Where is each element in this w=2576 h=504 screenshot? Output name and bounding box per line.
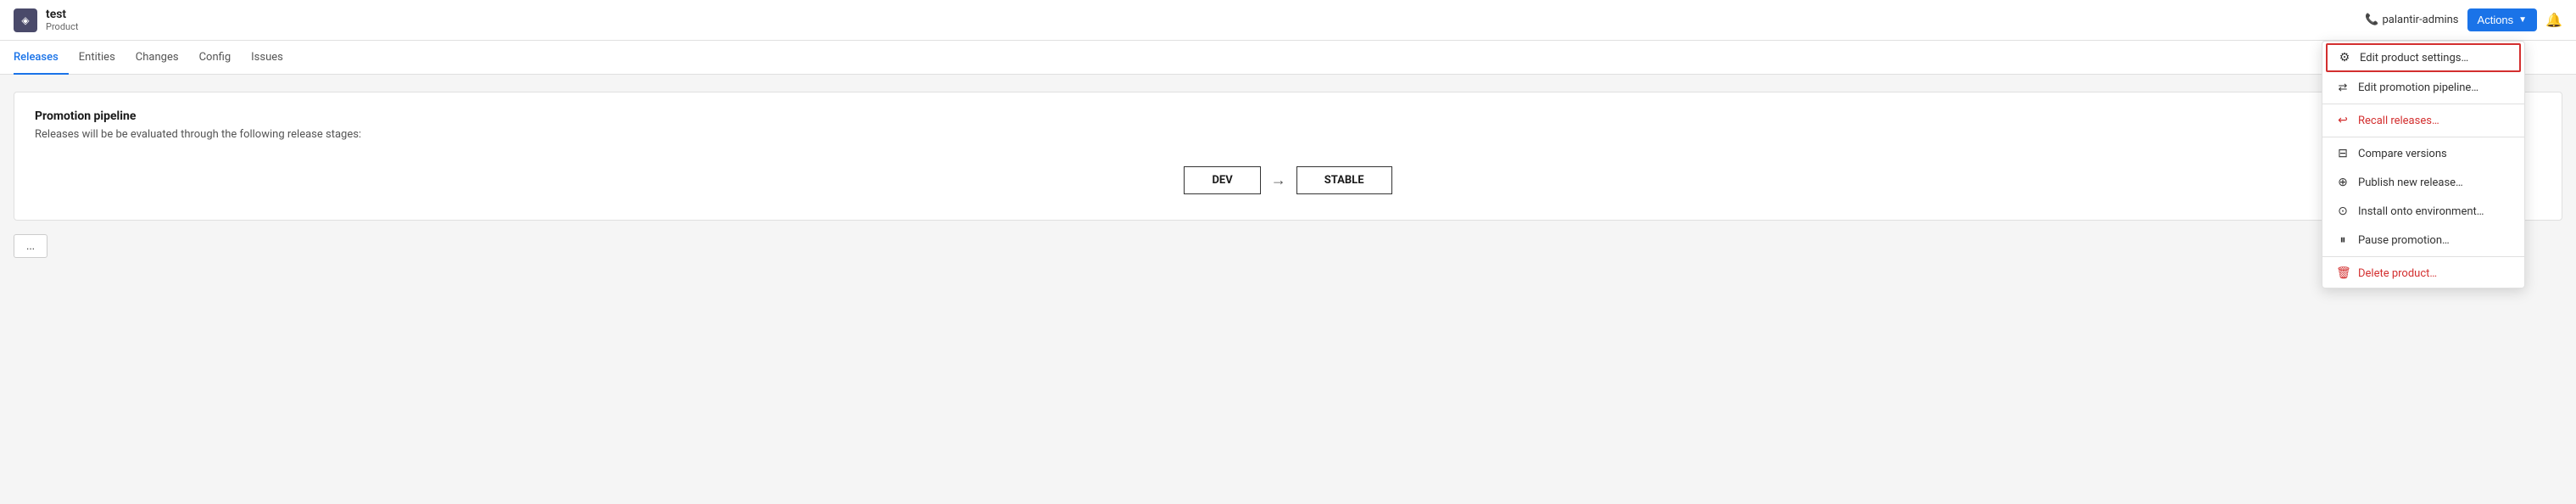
card-subtitle: Releases will be be evaluated through th… — [35, 128, 2541, 141]
menu-item-recall-releases[interactable]: ↩ Recall releases… — [2322, 106, 2524, 135]
menu-item-pause-promotion[interactable]: ⏸ Pause promotion… — [2322, 226, 2524, 255]
tab-config[interactable]: Config — [189, 41, 242, 75]
tab-entities[interactable]: Entities — [69, 41, 125, 75]
palantir-admins[interactable]: 📞 palantir-admins — [2365, 14, 2458, 26]
actions-dropdown: ⚙ Edit product settings… ⇄ Edit promotio… — [2322, 41, 2525, 288]
menu-item-compare-versions[interactable]: ⊟ Compare versions — [2322, 139, 2524, 168]
compare-icon: ⊟ — [2336, 147, 2350, 160]
pipeline-stage-dev: DEV — [1184, 166, 1260, 194]
product-name: test — [46, 8, 2365, 21]
app-icon: ◈ — [14, 8, 37, 32]
palantir-admins-label: palantir-admins — [2382, 14, 2458, 26]
pause-icon: ⏸ — [2336, 233, 2350, 247]
pipeline: DEV → STABLE — [35, 158, 2541, 203]
actions-button[interactable]: Actions ▼ — [2467, 8, 2538, 31]
gear-icon: ⚙ — [2338, 51, 2351, 64]
publish-icon: ⊕ — [2336, 176, 2350, 189]
small-action-button[interactable]: ... — [14, 234, 47, 258]
menu-item-edit-promotion-pipeline[interactable]: ⇄ Edit promotion pipeline… — [2322, 74, 2524, 102]
pipeline-arrow: → — [1271, 171, 1286, 189]
phone-icon: 📞 — [2365, 14, 2378, 26]
pipeline-icon: ⇄ — [2336, 81, 2350, 94]
notification-icon[interactable]: 🔔 — [2545, 12, 2562, 28]
card-title: Promotion pipeline — [35, 109, 2541, 123]
pipeline-stage-stable: STABLE — [1296, 166, 1392, 194]
nav-tabs: Releases Entities Changes Config Issues — [0, 41, 2576, 75]
product-type: Product — [46, 21, 2365, 32]
actions-label: Actions — [2478, 14, 2514, 26]
menu-item-delete-product[interactable]: 🗑 Delete product… — [2322, 259, 2524, 288]
recall-icon: ↩ — [2336, 114, 2350, 127]
tab-issues[interactable]: Issues — [241, 41, 293, 75]
tab-releases[interactable]: Releases — [14, 41, 69, 75]
header: ◈ test Product 📞 palantir-admins Actions… — [0, 0, 2576, 41]
trash-icon: 🗑 — [2336, 266, 2350, 280]
product-info: test Product — [46, 8, 2365, 32]
caret-icon: ▼ — [2518, 15, 2527, 25]
menu-item-install-onto-environment[interactable]: ⊙ Install onto environment… — [2322, 197, 2524, 226]
install-icon: ⊙ — [2336, 204, 2350, 218]
header-right: 📞 palantir-admins Actions ▼ 🔔 — [2365, 8, 2562, 31]
tab-changes[interactable]: Changes — [125, 41, 189, 75]
divider-3 — [2322, 256, 2524, 257]
main-content: Promotion pipeline Releases will be be e… — [0, 75, 2576, 275]
menu-item-edit-product-settings[interactable]: ⚙ Edit product settings… — [2326, 43, 2521, 72]
menu-item-publish-new-release[interactable]: ⊕ Publish new release… — [2322, 168, 2524, 197]
promotion-pipeline-card: Promotion pipeline Releases will be be e… — [14, 92, 2562, 221]
